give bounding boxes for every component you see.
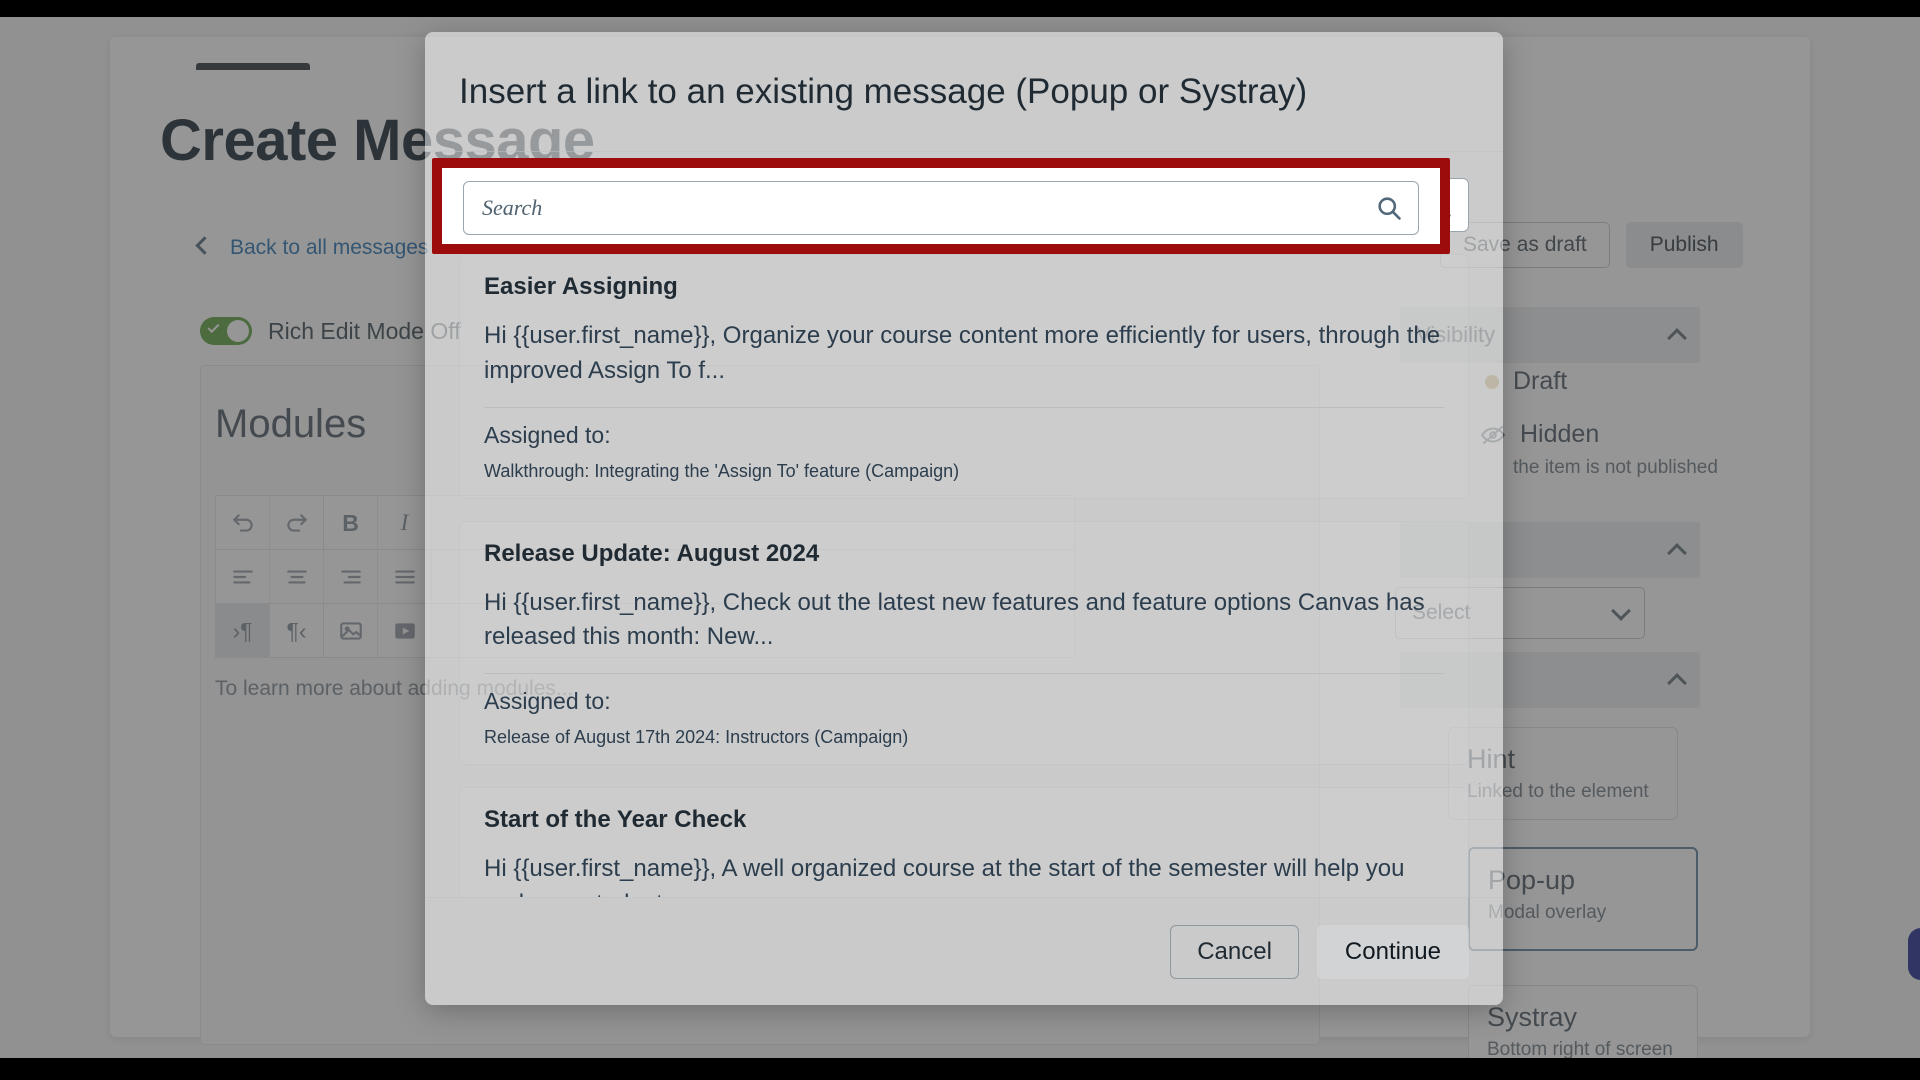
continue-button[interactable]: Continue xyxy=(1316,924,1469,979)
message-results-list[interactable]: Easier Assigning Hi {{user.first_name}},… xyxy=(425,254,1503,897)
cancel-button[interactable]: Cancel xyxy=(1170,924,1299,979)
assigned-to-value: Walkthrough: Integrating the 'Assign To'… xyxy=(484,460,960,481)
assigned-to-value: Release of August 17th 2024: Instructors… xyxy=(484,727,909,748)
message-preview: Hi {{user.first_name}}, Organize your co… xyxy=(484,322,1441,384)
divider xyxy=(484,673,1444,675)
letterbox-bottom xyxy=(0,1058,1920,1080)
message-title: Easier Assigning xyxy=(484,273,678,300)
modal-title: Insert a link to an existing message (Po… xyxy=(459,71,1308,111)
modal-header: Insert a link to an existing message (Po… xyxy=(425,32,1503,152)
divider xyxy=(484,406,1444,408)
message-preview: Hi {{user.first_name}}, Check out the la… xyxy=(484,588,1425,651)
search-input-highlighted[interactable] xyxy=(463,181,1419,235)
list-item[interactable]: Release Update: August 2024 Hi {{user.fi… xyxy=(459,520,1469,766)
annotation-highlight-box xyxy=(432,158,1450,254)
assigned-to-label: Assigned to: xyxy=(484,421,611,448)
annotation-search-field xyxy=(442,168,1440,244)
message-preview: Hi {{user.first_name}}, A well organized… xyxy=(484,855,1405,897)
modal-footer: Cancel Continue xyxy=(425,897,1503,1005)
highlighted-search-wrapper xyxy=(463,181,1419,235)
message-title: Start of the Year Check xyxy=(484,806,747,834)
screenshot-root: Create Message Back to all messages Rich… xyxy=(0,0,1920,1080)
search-icon[interactable] xyxy=(1375,194,1403,222)
message-title: Release Update: August 2024 xyxy=(484,539,820,567)
assigned-to-label: Assigned to: xyxy=(484,688,611,715)
letterbox-top xyxy=(0,0,1920,17)
list-item[interactable]: Easier Assigning Hi {{user.first_name}},… xyxy=(459,254,1469,499)
list-item[interactable]: Start of the Year Check Hi {{user.first_… xyxy=(459,787,1469,897)
